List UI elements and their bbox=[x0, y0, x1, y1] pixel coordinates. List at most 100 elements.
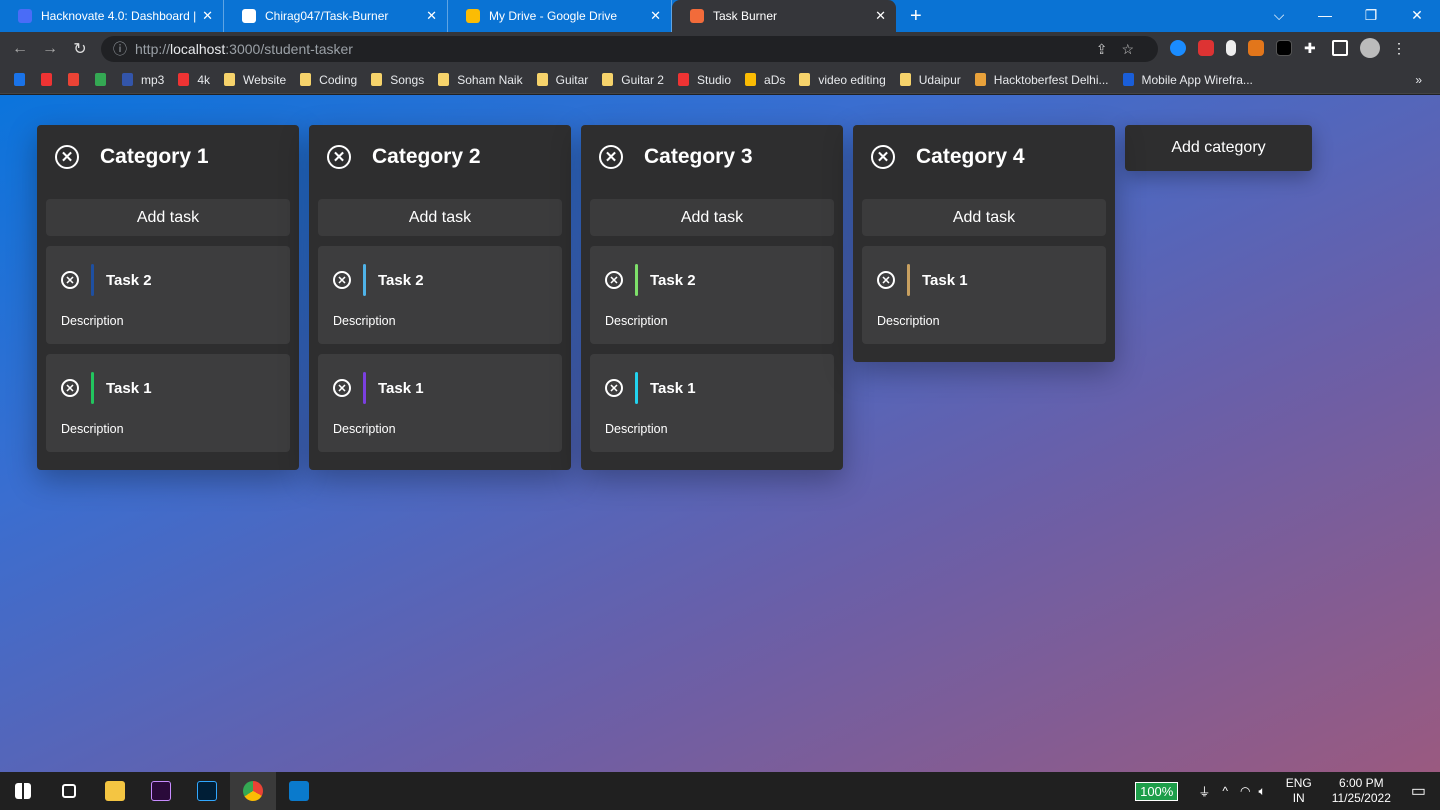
share-icon[interactable]: ⇪ bbox=[1096, 41, 1122, 57]
photoshop-icon[interactable] bbox=[184, 772, 230, 810]
close-tab-icon[interactable]: ✕ bbox=[202, 8, 213, 24]
notification-icon[interactable]: ▭ bbox=[1411, 781, 1426, 801]
category-header: ✕ Category 2 bbox=[309, 125, 571, 189]
browser-tab[interactable]: Chirag047/Task-Burner ✕ bbox=[224, 0, 448, 32]
task-view-icon[interactable] bbox=[46, 772, 92, 810]
side-panel-icon[interactable] bbox=[1332, 40, 1348, 56]
clock[interactable]: 6:00 PM 11/25/2022 bbox=[1332, 776, 1391, 806]
close-tab-icon[interactable]: ✕ bbox=[650, 8, 661, 24]
battery-indicator[interactable]: 100% bbox=[1135, 781, 1179, 801]
bookmark[interactable]: Coding bbox=[300, 73, 357, 87]
browser-tab[interactable]: My Drive - Google Drive ✕ bbox=[448, 0, 672, 32]
close-tab-icon[interactable]: ✕ bbox=[875, 8, 886, 24]
bookmark[interactable]: mp3 bbox=[122, 73, 164, 87]
chevron-up-icon[interactable]: ^ bbox=[1222, 784, 1228, 798]
browser-tab[interactable]: Task Burner ✕ bbox=[672, 0, 896, 32]
add-category-button[interactable]: Add category bbox=[1125, 125, 1312, 171]
power-icon: ⏚ bbox=[1198, 784, 1211, 799]
chrome-icon[interactable] bbox=[230, 772, 276, 810]
task-color-bar bbox=[363, 372, 366, 404]
address-bar[interactable]: ⓘ http://localhost:3000/student-tasker ⇪… bbox=[101, 36, 1158, 62]
extensions: ✚ ⋮ bbox=[1170, 38, 1408, 58]
bookmark[interactable]: Songs bbox=[371, 73, 424, 87]
file-explorer-icon[interactable] bbox=[92, 772, 138, 810]
extension-icon[interactable] bbox=[1170, 40, 1186, 56]
add-task-button[interactable]: Add task bbox=[318, 199, 562, 236]
more-bookmarks-button[interactable]: » bbox=[1415, 73, 1422, 87]
vscode-icon[interactable] bbox=[276, 772, 322, 810]
bookmark[interactable]: aDs bbox=[745, 73, 785, 87]
task-card[interactable]: ✕ Task 2 Description bbox=[46, 246, 290, 344]
delete-task-icon[interactable]: ✕ bbox=[877, 271, 895, 289]
bookmark-icon bbox=[745, 73, 757, 86]
start-icon[interactable] bbox=[0, 772, 46, 810]
bookmark[interactable]: 4k bbox=[178, 73, 210, 87]
task-card[interactable]: ✕ Task 1 Description bbox=[590, 354, 834, 452]
bookmark[interactable]: Hacktoberfest Delhi... bbox=[974, 73, 1109, 87]
bookmark-star-icon[interactable]: ☆ bbox=[1121, 41, 1148, 57]
metamask-icon[interactable] bbox=[1248, 40, 1264, 56]
close-window-button[interactable]: ✕ bbox=[1394, 0, 1440, 30]
task-description: Description bbox=[605, 422, 668, 436]
delete-task-icon[interactable]: ✕ bbox=[605, 271, 623, 289]
add-task-button[interactable]: Add task bbox=[862, 199, 1106, 236]
task-card[interactable]: ✕ Task 1 Description bbox=[862, 246, 1106, 344]
premiere-icon[interactable] bbox=[138, 772, 184, 810]
add-task-button[interactable]: Add task bbox=[46, 199, 290, 236]
extension-icon[interactable] bbox=[1226, 40, 1236, 56]
task-description: Description bbox=[605, 314, 668, 328]
tab-search-icon[interactable]: ⌵ bbox=[1256, 0, 1302, 30]
bookmark[interactable]: Website bbox=[224, 73, 286, 87]
wifi-icon[interactable]: ◠ bbox=[1240, 784, 1250, 798]
delete-task-icon[interactable]: ✕ bbox=[333, 271, 351, 289]
delete-task-icon[interactable]: ✕ bbox=[61, 379, 79, 397]
bookmark[interactable]: Mobile App Wirefra... bbox=[1122, 73, 1253, 87]
bookmarks-bar: mp3 4k Website Coding Songs Soham Naik Guitar G… bbox=[0, 66, 1440, 94]
delete-category-icon[interactable]: ✕ bbox=[327, 145, 351, 169]
delete-task-icon[interactable]: ✕ bbox=[605, 379, 623, 397]
task-card[interactable]: ✕ Task 2 Description bbox=[318, 246, 562, 344]
puzzle-icon[interactable]: ✚ bbox=[1304, 40, 1320, 56]
delete-category-icon[interactable]: ✕ bbox=[55, 145, 79, 169]
task-card[interactable]: ✕ Task 1 Description bbox=[318, 354, 562, 452]
close-tab-icon[interactable]: ✕ bbox=[426, 8, 437, 24]
add-task-button[interactable]: Add task bbox=[590, 199, 834, 236]
browser-tab[interactable]: Hacknovate 4.0: Dashboard | Dev ✕ bbox=[0, 0, 224, 32]
tab-title: Hacknovate 4.0: Dashboard | Dev bbox=[41, 9, 197, 23]
language-indicator[interactable]: ENG IN bbox=[1286, 776, 1312, 806]
extension-icon[interactable] bbox=[1276, 40, 1292, 56]
bookmark[interactable]: Studio bbox=[677, 73, 731, 87]
bookmark[interactable] bbox=[14, 73, 33, 86]
reload-button[interactable]: ↻ bbox=[65, 39, 95, 59]
menu-icon[interactable]: ⋮ bbox=[1392, 40, 1408, 56]
bookmark[interactable] bbox=[68, 73, 87, 86]
bookmark[interactable]: Soham Naik bbox=[438, 73, 523, 87]
task-card[interactable]: ✕ Task 1 Description bbox=[46, 354, 290, 452]
task-description: Description bbox=[61, 314, 124, 328]
bookmark[interactable] bbox=[41, 73, 60, 86]
back-button[interactable]: ← bbox=[5, 40, 35, 58]
bookmark[interactable]: Udaipur bbox=[899, 73, 961, 87]
category-column: ✕ Category 1 Add task ✕ Task 2 Description ✕ T… bbox=[37, 125, 299, 470]
bookmark[interactable]: Guitar 2 bbox=[602, 73, 664, 87]
forward-button[interactable]: → bbox=[35, 40, 65, 58]
task-title: Task 1 bbox=[922, 271, 968, 289]
bookmark[interactable]: video editing bbox=[799, 73, 886, 87]
category-header: ✕ Category 4 bbox=[853, 125, 1115, 189]
delete-task-icon[interactable]: ✕ bbox=[333, 379, 351, 397]
volume-icon[interactable]: 🔈︎ bbox=[1258, 784, 1265, 799]
avatar[interactable] bbox=[1360, 38, 1380, 58]
delete-category-icon[interactable]: ✕ bbox=[599, 145, 623, 169]
minimize-button[interactable]: — bbox=[1302, 0, 1348, 30]
info-icon[interactable]: ⓘ bbox=[113, 39, 127, 59]
bookmark[interactable]: Guitar bbox=[536, 73, 588, 87]
delete-task-icon[interactable]: ✕ bbox=[61, 271, 79, 289]
restore-button[interactable]: ❐ bbox=[1348, 0, 1394, 30]
bookmark-icon bbox=[122, 73, 133, 86]
task-color-bar bbox=[91, 372, 94, 404]
delete-category-icon[interactable]: ✕ bbox=[871, 145, 895, 169]
task-card[interactable]: ✕ Task 2 Description bbox=[590, 246, 834, 344]
bookmark[interactable] bbox=[95, 73, 114, 86]
extension-icon[interactable] bbox=[1198, 40, 1214, 56]
new-tab-button[interactable]: + bbox=[910, 5, 922, 28]
